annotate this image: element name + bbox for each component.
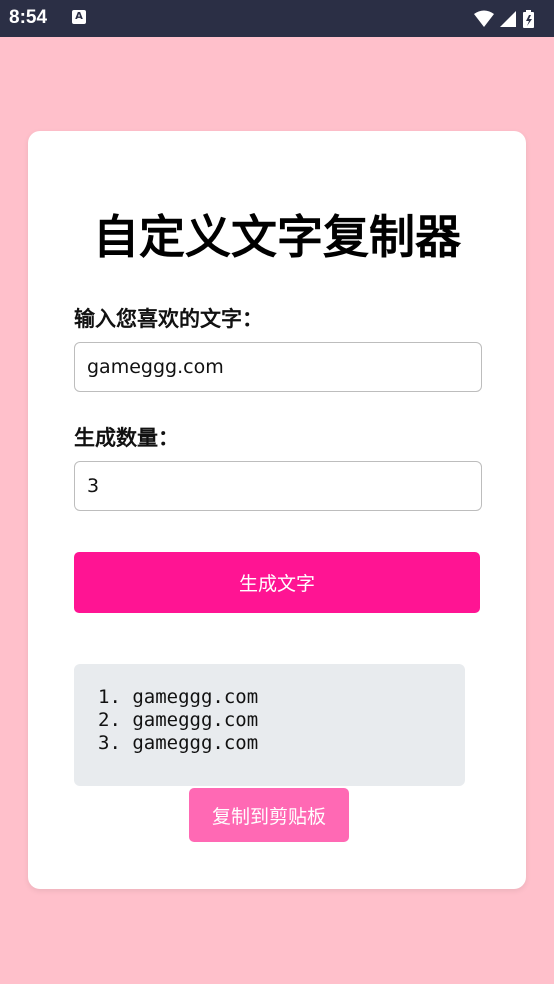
result-item: 1. gameggg.com — [98, 686, 259, 708]
text-input-label: 输入您喜欢的文字： — [74, 307, 263, 331]
result-item: 2. gameggg.com — [98, 709, 259, 731]
result-box: 1. gameggg.com 2. gameggg.com 3. gameggg… — [74, 664, 465, 786]
count-input-label: 生成数量： — [74, 426, 179, 450]
generator-card: 自定义文字复制器 输入您喜欢的文字： 生成数量： 生成文字 1. gameggg… — [28, 131, 526, 889]
battery-icon — [523, 10, 534, 28]
signal-icon — [500, 11, 516, 27]
copy-to-clipboard-button[interactable]: 复制到剪贴板 — [189, 788, 349, 842]
status-icons-svg — [474, 10, 534, 28]
app-notification-icon: A — [72, 10, 86, 24]
wifi-icon — [474, 10, 494, 27]
status-time: 8:54 — [9, 7, 48, 28]
text-input[interactable] — [74, 342, 482, 392]
result-list: 1. gameggg.com 2. gameggg.com 3. gameggg… — [74, 664, 465, 755]
generate-button[interactable]: 生成文字 — [74, 552, 480, 613]
page-title: 自定义文字复制器 — [93, 210, 461, 264]
count-input[interactable] — [74, 461, 482, 511]
status-bar: 8:54 A — [0, 0, 554, 37]
result-item: 3. gameggg.com — [98, 732, 259, 754]
status-icons — [472, 9, 544, 29]
